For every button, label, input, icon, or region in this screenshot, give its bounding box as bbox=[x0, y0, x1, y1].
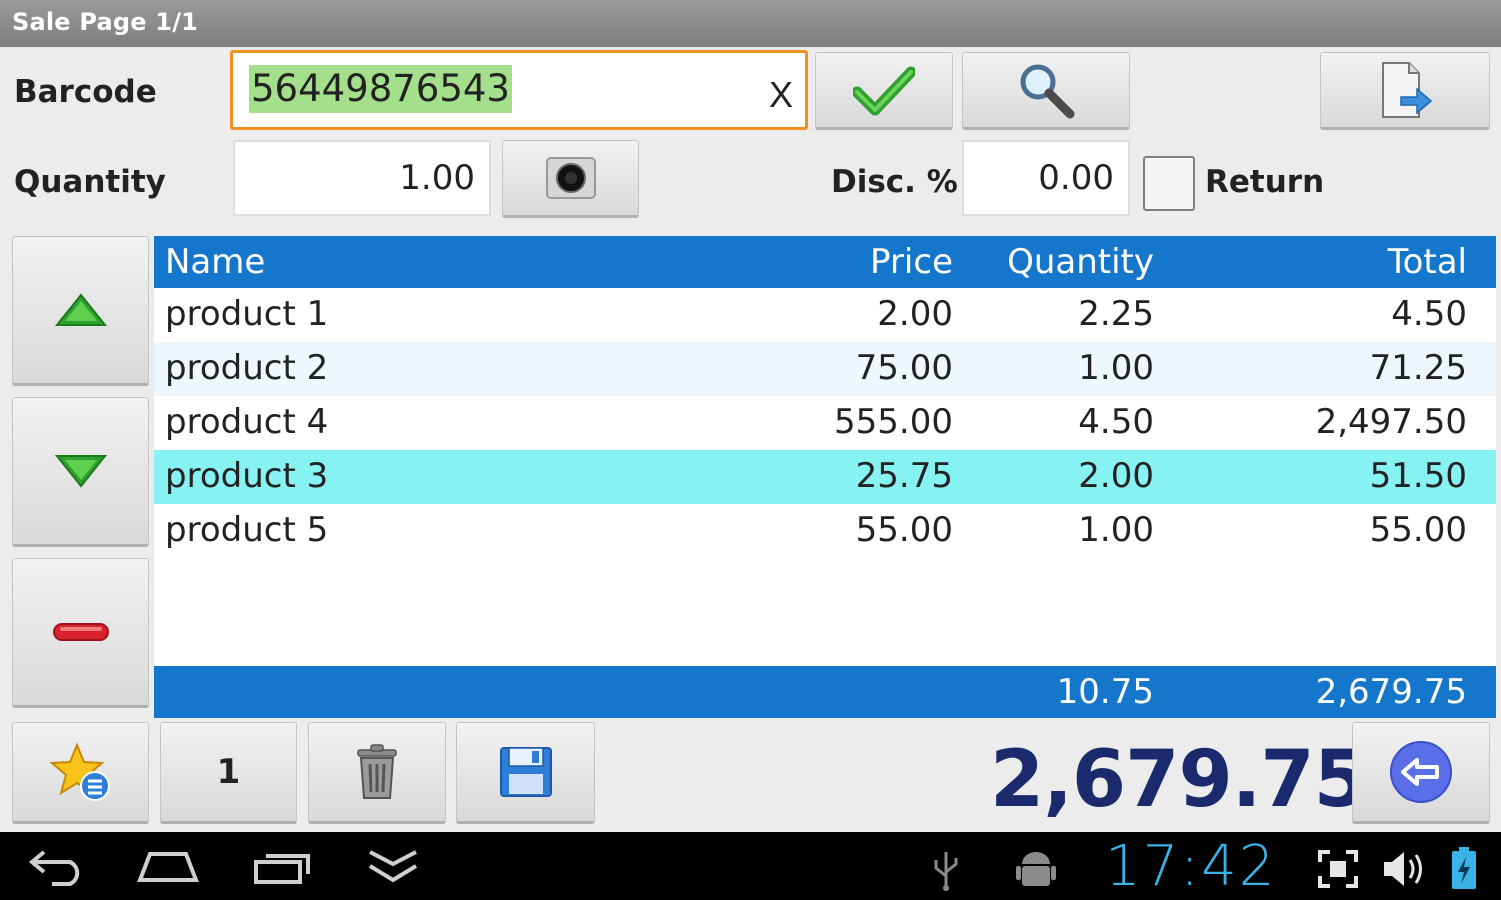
camera-button[interactable] bbox=[502, 140, 639, 218]
volume-icon[interactable] bbox=[1380, 848, 1430, 894]
table-row[interactable]: product 1 2.00 2.25 4.50 bbox=[154, 288, 1496, 342]
status-clock: 17:42 bbox=[1105, 834, 1277, 899]
chevron-down-icon bbox=[368, 850, 418, 883]
nav-back-button[interactable] bbox=[28, 846, 88, 890]
table-row-selected[interactable]: product 3 25.75 2.00 51.50 bbox=[154, 450, 1496, 504]
back-button[interactable] bbox=[1352, 722, 1490, 824]
quantity-label: Quantity bbox=[14, 164, 166, 200]
cell-name: product 2 bbox=[165, 348, 329, 388]
cell-price: 75.00 bbox=[855, 348, 953, 388]
grand-total: 2,679.75 bbox=[990, 735, 1368, 825]
nav-back-icon bbox=[28, 850, 80, 886]
cell-name: product 5 bbox=[165, 510, 329, 550]
header-price: Price bbox=[870, 242, 953, 282]
nav-recents-icon bbox=[254, 854, 310, 884]
cell-total: 4.50 bbox=[1391, 294, 1467, 334]
quantity-input-value[interactable]: 1.00 bbox=[399, 158, 475, 198]
cell-name: product 4 bbox=[165, 402, 329, 442]
save-button[interactable] bbox=[456, 722, 595, 824]
header-total: Total bbox=[1387, 242, 1467, 282]
cell-total: 55.00 bbox=[1369, 510, 1467, 550]
nav-recents-button[interactable] bbox=[252, 848, 314, 890]
confirm-button[interactable] bbox=[815, 52, 953, 130]
screenshot-icon[interactable] bbox=[1316, 848, 1360, 894]
cell-name: product 3 bbox=[165, 456, 329, 496]
cell-total: 51.50 bbox=[1369, 456, 1467, 496]
discount-input[interactable]: 0.00 bbox=[962, 140, 1130, 216]
cell-quantity: 4.50 bbox=[1078, 402, 1154, 442]
cell-quantity: 1.00 bbox=[1078, 348, 1154, 388]
cell-price: 555.00 bbox=[834, 402, 953, 442]
back-arrow-icon bbox=[1390, 741, 1452, 803]
title-bar: Sale Page 1/1 bbox=[0, 0, 1501, 47]
favorites-button[interactable] bbox=[12, 722, 149, 824]
return-label: Return bbox=[1205, 164, 1325, 200]
sale-items-table: Name Price Quantity Total product 1 2.00… bbox=[154, 236, 1496, 718]
cell-name: product 1 bbox=[165, 294, 329, 334]
arrow-down-icon bbox=[54, 455, 107, 488]
cell-price: 25.75 bbox=[855, 456, 953, 496]
nav-menu-button[interactable] bbox=[366, 848, 420, 890]
remove-item-button[interactable] bbox=[12, 558, 149, 708]
cell-price: 55.00 bbox=[855, 510, 953, 550]
header-name: Name bbox=[165, 242, 266, 282]
move-up-button[interactable] bbox=[12, 236, 149, 386]
search-icon bbox=[1020, 64, 1075, 119]
barcode-input[interactable]: 56449876543 X bbox=[230, 50, 808, 130]
delete-sale-button[interactable] bbox=[308, 722, 446, 824]
save-icon bbox=[499, 747, 552, 797]
search-button[interactable] bbox=[962, 52, 1130, 130]
arrow-up-icon bbox=[54, 293, 107, 326]
minus-icon bbox=[52, 623, 109, 641]
table-header: Name Price Quantity Total bbox=[154, 236, 1496, 288]
barcode-input-value[interactable]: 56449876543 bbox=[249, 65, 512, 113]
battery-charging-icon bbox=[1450, 846, 1478, 894]
page-title: Sale Page 1/1 bbox=[12, 8, 199, 36]
return-checkbox[interactable] bbox=[1143, 156, 1195, 211]
nav-home-icon bbox=[137, 852, 199, 882]
nav-home-button[interactable] bbox=[136, 848, 200, 888]
page-number-button[interactable]: 1 bbox=[160, 722, 297, 824]
table-footer-totals: 10.75 2,679.75 bbox=[154, 666, 1496, 718]
move-down-button[interactable] bbox=[12, 397, 149, 547]
table-row[interactable]: product 4 555.00 4.50 2,497.50 bbox=[154, 396, 1496, 450]
trash-icon bbox=[357, 744, 397, 799]
cell-total: 2,497.50 bbox=[1315, 402, 1467, 442]
barcode-clear-button[interactable]: X bbox=[769, 75, 793, 115]
cell-price: 2.00 bbox=[877, 294, 953, 334]
cell-quantity: 2.00 bbox=[1078, 456, 1154, 496]
discount-input-value[interactable]: 0.00 bbox=[1038, 158, 1114, 198]
table-row[interactable]: product 2 75.00 1.00 71.25 bbox=[154, 342, 1496, 396]
footer-amount-total: 2,679.75 bbox=[1315, 672, 1467, 712]
footer-quantity-total: 10.75 bbox=[1056, 672, 1154, 712]
quantity-input[interactable]: 1.00 bbox=[233, 140, 491, 216]
cell-total: 71.25 bbox=[1369, 348, 1467, 388]
cell-quantity: 2.25 bbox=[1078, 294, 1154, 334]
camera-icon bbox=[545, 157, 596, 199]
document-export-icon bbox=[1382, 62, 1433, 118]
star-list-icon bbox=[48, 742, 110, 801]
barcode-label: Barcode bbox=[14, 74, 157, 110]
cell-quantity: 1.00 bbox=[1078, 510, 1154, 550]
discount-label: Disc. % bbox=[831, 164, 958, 200]
header-quantity: Quantity bbox=[1007, 242, 1154, 282]
usb-icon bbox=[930, 848, 962, 896]
table-row[interactable]: product 5 55.00 1.00 55.00 bbox=[154, 504, 1496, 558]
checkmark-icon bbox=[853, 66, 915, 116]
export-button[interactable] bbox=[1320, 52, 1490, 130]
android-debug-icon bbox=[1014, 846, 1058, 896]
